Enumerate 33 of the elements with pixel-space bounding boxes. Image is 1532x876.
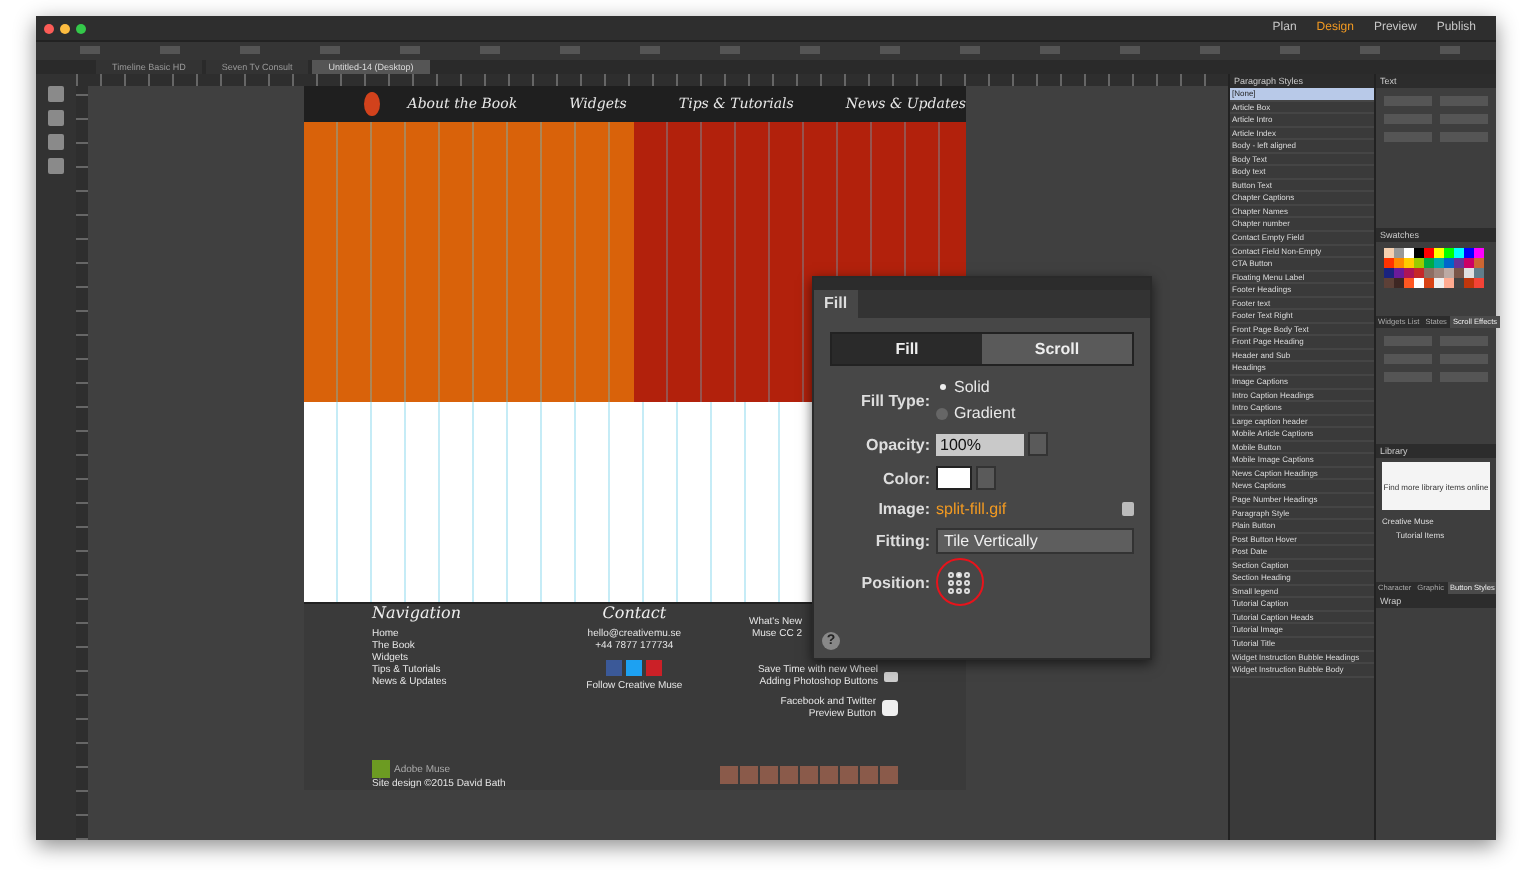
opacity-field[interactable]: 100% <box>936 433 1024 455</box>
facebook-icon[interactable] <box>606 660 623 676</box>
highlight-circle <box>936 558 984 606</box>
toggle-button[interactable]: Fill <box>832 334 982 364</box>
footer-heading: Contact <box>602 604 667 622</box>
stepper-button[interactable] <box>1028 432 1048 456</box>
radio-button[interactable] <box>939 384 945 390</box>
twitter-icon[interactable] <box>626 660 643 676</box>
pinterest-icon[interactable] <box>646 660 663 676</box>
field-label: Fitting: <box>873 532 930 550</box>
footer-heading: Navigation <box>372 604 463 622</box>
field-label: Opacity: <box>863 435 930 453</box>
radio-button[interactable] <box>936 407 948 419</box>
logo-icon <box>364 92 380 116</box>
fitting-dropdown[interactable]: Tile Vertically <box>936 528 1134 554</box>
position-grid[interactable] <box>948 571 970 593</box>
close-button[interactable] <box>44 23 54 33</box>
field-label: Image: <box>876 500 930 518</box>
minimize-button[interactable] <box>60 23 70 33</box>
swatches-drawing <box>1384 248 1484 288</box>
panel-tab[interactable]: Fill <box>814 290 858 318</box>
field-label: Color: <box>880 469 930 487</box>
dropdown-button[interactable] <box>976 466 996 490</box>
zoom-button[interactable] <box>76 23 86 33</box>
radio-label: Solid <box>954 378 990 396</box>
radio-label: Gradient <box>954 404 1016 422</box>
color-swatch[interactable] <box>936 466 972 490</box>
image-link[interactable]: split-fill.gif <box>936 500 1007 518</box>
field-label: Fill Type: <box>858 391 930 409</box>
toggle-button[interactable]: Scroll <box>982 334 1132 364</box>
muse-logo-icon <box>372 760 390 778</box>
field-label: Position: <box>859 573 930 591</box>
button-icon <box>884 671 898 681</box>
